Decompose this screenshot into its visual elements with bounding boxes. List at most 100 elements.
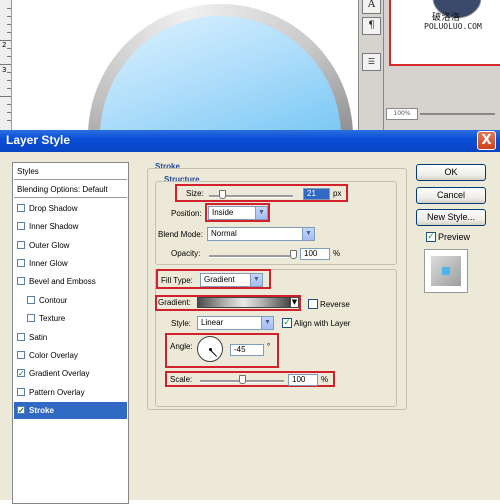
angle-input[interactable]: -45	[230, 344, 264, 356]
style-list-item-color-overlay[interactable]: Color Overlay	[14, 347, 127, 364]
new-style-button[interactable]: New Style...	[416, 209, 486, 226]
style-select[interactable]: Linear ▼	[197, 316, 274, 330]
preview-label: Preview	[438, 232, 471, 242]
ruler-number: 2	[2, 41, 7, 49]
dialog-title: Layer Style	[6, 133, 71, 147]
angle-dial[interactable]	[197, 336, 223, 362]
gradient-picker-arrow-icon[interactable]: ▼	[290, 297, 299, 308]
style-list-label: Color Overlay	[29, 351, 78, 360]
style-list-label: Drop Shadow	[29, 203, 78, 213]
size-unit: px	[333, 189, 342, 198]
gradient-label: Gradient:	[158, 298, 191, 307]
angle-unit: °	[267, 342, 271, 351]
cancel-button[interactable]: Cancel	[416, 187, 486, 204]
style-list-item-texture[interactable]: Texture	[14, 310, 127, 327]
angle-center	[209, 348, 212, 351]
chevron-down-icon: ▼	[302, 228, 314, 240]
size-input[interactable]: 21	[303, 188, 330, 200]
ruler-number: 3	[2, 66, 7, 74]
style-list-label: Inner Shadow	[29, 222, 79, 232]
close-button[interactable]: X	[477, 131, 496, 150]
panel-menu-icon[interactable]: ☰	[362, 53, 381, 71]
style-list-item-outer-glow[interactable]: Outer Glow	[14, 237, 127, 254]
style-list-item-stroke[interactable]: ✓ Stroke	[14, 402, 127, 420]
gradient-swatch[interactable]	[197, 297, 290, 308]
opacity-label: Opacity:	[171, 249, 201, 258]
style-checkbox[interactable]	[17, 387, 25, 396]
scale-label: Scale:	[170, 375, 193, 384]
style-list-item-styles[interactable]: Styles	[14, 163, 127, 180]
style-list-label: Contour	[39, 295, 68, 305]
align-with-layer-checkbox[interactable]: ✓	[282, 318, 292, 328]
style-list-label: Outer Glow	[29, 240, 70, 250]
style-checkbox[interactable]	[27, 295, 35, 304]
styles-list: Styles Blending Options: Default Drop Shad…	[12, 162, 129, 504]
style-list-label: Texture	[39, 314, 66, 324]
style-label: Style:	[171, 319, 192, 328]
style-checkbox[interactable]: ✓	[17, 406, 25, 415]
navigator-zoom-slider[interactable]	[420, 113, 495, 115]
style-list-label: Pattern Overlay	[29, 387, 85, 397]
tool-strip: A ¶ ☰	[358, 0, 384, 130]
fill-type-select[interactable]: Gradient ▼	[200, 273, 263, 287]
style-checkbox[interactable]	[17, 222, 25, 231]
opacity-slider[interactable]	[209, 255, 293, 258]
style-preview-swatch	[424, 249, 468, 293]
opacity-slider-thumb[interactable]	[290, 250, 297, 259]
text-tool-icon[interactable]: A	[362, 0, 381, 14]
dialog-titlebar[interactable]: Layer Style X	[0, 130, 500, 152]
chevron-down-icon: ▼	[261, 317, 273, 329]
scale-input[interactable]: 100	[288, 374, 318, 386]
reverse-checkbox[interactable]	[308, 299, 318, 309]
fill-type-label: Fill Type:	[161, 276, 193, 285]
angle-label: Angle:	[170, 342, 193, 351]
style-list-item-contour[interactable]: Contour	[14, 292, 127, 309]
vertical-ruler: 2 3	[0, 0, 12, 130]
style-list-item-inner-glow[interactable]: Inner Glow	[14, 255, 127, 272]
style-list-item-satin[interactable]: Satin	[14, 329, 127, 346]
style-list-item-pattern-overlay[interactable]: Pattern Overlay	[14, 384, 127, 401]
style-checkbox[interactable]	[17, 203, 25, 212]
size-slider-thumb[interactable]	[218, 190, 226, 199]
style-checkbox[interactable]	[17, 240, 25, 249]
style-list-label: Styles	[17, 167, 39, 176]
style-list-label: Gradient Overlay	[29, 369, 90, 379]
style-checkbox[interactable]	[17, 259, 25, 267]
paragraph-icon[interactable]: ¶	[362, 17, 381, 35]
blend-mode-select[interactable]: Normal ▼	[207, 227, 315, 241]
style-list-label: Blending Options: Default	[17, 185, 108, 195]
scale-slider-thumb[interactable]	[239, 375, 246, 384]
align-with-layer-label: Align with Layer	[294, 319, 351, 328]
style-list-label: Inner Glow	[29, 259, 68, 268]
style-checkbox[interactable]	[17, 332, 25, 341]
opacity-input[interactable]: 100	[300, 248, 330, 260]
reverse-label: Reverse	[320, 300, 350, 309]
chevron-down-icon: ▼	[250, 274, 262, 286]
scale-unit: %	[321, 375, 329, 384]
style-list-item-blending-options-default[interactable]: Blending Options: Default	[14, 181, 127, 199]
style-list-item-inner-shadow[interactable]: Inner Shadow	[14, 218, 127, 235]
ok-button[interactable]: OK	[416, 164, 486, 181]
blend-mode-label: Blend Mode:	[158, 230, 203, 239]
layer-style-dialog: Layer Style X Styles Blending Options: De…	[0, 130, 500, 504]
chevron-down-icon: ▼	[255, 207, 267, 219]
style-list-label: Satin	[29, 332, 48, 342]
position-label: Position:	[171, 209, 202, 218]
photoshop-canvas-area: 2 3 A ¶ ☰ 破洛洛 POLUOLUO.COM 100%	[0, 0, 500, 130]
preview-checkbox[interactable]: ✓	[426, 232, 436, 242]
style-checkbox[interactable]: ✓	[17, 369, 25, 378]
style-checkbox[interactable]	[27, 314, 35, 323]
navigator-zoom-field[interactable]: 100%	[386, 108, 418, 120]
style-list-item-bevel-and-emboss[interactable]: Bevel and Emboss	[14, 273, 127, 290]
watermark-url: POLUOLUO.COM	[424, 22, 482, 31]
style-list-label: Bevel and Emboss	[29, 277, 96, 287]
position-select[interactable]: Inside ▼	[208, 206, 268, 220]
size-label: Size:	[186, 189, 204, 198]
style-checkbox[interactable]	[17, 277, 25, 286]
close-icon: X	[481, 133, 492, 148]
style-list-item-gradient-overlay[interactable]: ✓ Gradient Overlay	[14, 365, 127, 382]
style-list-item-drop-shadow[interactable]: Drop Shadow	[14, 200, 127, 217]
opacity-unit: %	[333, 249, 341, 258]
style-checkbox[interactable]	[17, 351, 25, 359]
style-list-label: Stroke	[29, 406, 54, 416]
